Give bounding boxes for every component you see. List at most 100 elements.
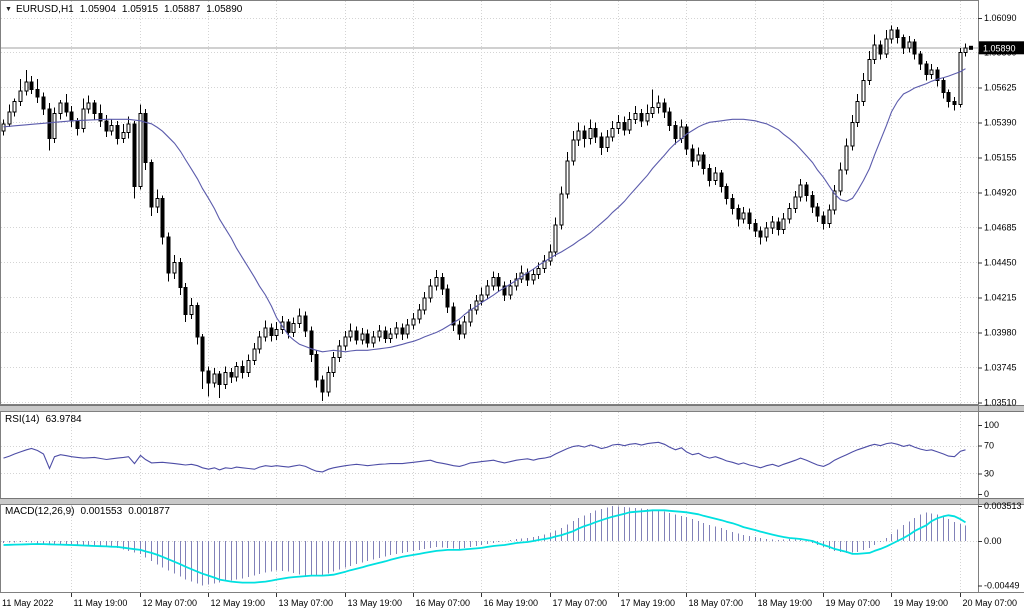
bear-candle xyxy=(691,149,694,161)
current-price-tag: 1.05890 xyxy=(979,41,1024,54)
current-price-label: 1.05890 xyxy=(983,43,1016,53)
bull-candle xyxy=(53,113,56,138)
bear-candle xyxy=(458,325,461,334)
bear-candle xyxy=(304,316,307,331)
bear-candle xyxy=(36,90,39,97)
bear-candle xyxy=(179,262,182,287)
bull-candle xyxy=(577,131,580,140)
bull-candle xyxy=(59,103,62,113)
macd-header: MACD(12,26,9) 0.001553 0.001877 xyxy=(5,506,170,517)
bear-candle xyxy=(230,373,233,377)
bull-candle xyxy=(908,42,911,48)
time-tick-label: 19 May 07:00 xyxy=(826,598,881,608)
bull-candle xyxy=(828,210,831,223)
bear-candle xyxy=(116,125,119,138)
bull-candle xyxy=(646,113,649,120)
bull-candle xyxy=(332,358,335,373)
bull-candle xyxy=(8,112,11,124)
bull-candle xyxy=(611,128,614,137)
bull-candle xyxy=(435,277,438,286)
bear-candle xyxy=(663,103,666,112)
price-tick-label: 1.04920 xyxy=(984,187,1017,197)
bear-candle xyxy=(942,81,945,93)
time-tick-label: 19 May 19:00 xyxy=(894,598,949,608)
bear-candle xyxy=(355,331,358,340)
bull-candle xyxy=(469,310,472,322)
bull-candle xyxy=(13,101,16,111)
bear-candle xyxy=(600,137,603,147)
bear-candle xyxy=(93,103,96,113)
bull-candle xyxy=(799,185,802,197)
bear-candle xyxy=(822,216,825,223)
price-tick-label: 1.04215 xyxy=(984,292,1017,302)
bull-candle xyxy=(298,316,301,323)
bull-candle xyxy=(628,119,631,129)
bull-candle xyxy=(395,328,398,334)
bull-candle xyxy=(110,125,113,131)
bull-candle xyxy=(845,146,848,170)
macd-tick-label: -0.00449 xyxy=(984,580,1020,590)
bear-candle xyxy=(270,328,273,335)
bull-candle xyxy=(560,194,563,225)
bull-candle xyxy=(19,91,22,101)
price-tick-label: 1.04685 xyxy=(984,222,1017,232)
bull-candle xyxy=(566,161,569,194)
bull-candle xyxy=(851,122,854,146)
symbol-dropdown-icon[interactable]: ▼ xyxy=(5,5,12,15)
bull-candle xyxy=(788,209,791,219)
bull-candle xyxy=(589,128,592,138)
bull-candle xyxy=(714,173,717,180)
chart-header: ▼ EURUSD,H1 1.05904 1.05915 1.05887 1.05… xyxy=(5,4,242,15)
bear-candle xyxy=(623,122,626,129)
price-tick-label: 1.05155 xyxy=(984,152,1017,162)
bear-candle xyxy=(754,224,757,231)
bull-candle xyxy=(327,373,330,392)
rsi-header: RSI(14) 63.9784 xyxy=(5,414,82,425)
bull-candle xyxy=(213,374,216,383)
bear-candle xyxy=(65,103,68,112)
bear-candle xyxy=(947,93,950,102)
bull-candle xyxy=(463,322,466,334)
time-tick-label: 18 May 07:00 xyxy=(689,598,744,608)
bull-candle xyxy=(389,334,392,338)
rsi-tick-label: 70 xyxy=(984,441,994,451)
bull-candle xyxy=(429,286,432,298)
price-tick-label: 1.03745 xyxy=(984,362,1017,372)
bear-candle xyxy=(497,277,500,286)
macd-signal-line xyxy=(4,510,966,582)
bear-candle xyxy=(702,155,705,168)
time-tick-label: 12 May 19:00 xyxy=(211,598,266,608)
chart-canvas[interactable]: 1.060901.058601.056251.053901.051551.049… xyxy=(0,0,1024,613)
bear-candle xyxy=(167,237,170,273)
bear-candle xyxy=(241,367,244,373)
bull-candle xyxy=(885,39,888,54)
bear-candle xyxy=(685,127,688,149)
price-tick-label: 1.04450 xyxy=(984,257,1017,267)
bear-candle xyxy=(441,277,444,289)
price-tick-label: 1.05390 xyxy=(984,117,1017,127)
bear-candle xyxy=(668,112,671,125)
pane-frames xyxy=(0,0,1024,593)
bull-candle xyxy=(423,298,426,310)
bull-candle xyxy=(930,70,933,74)
bull-candle xyxy=(890,30,893,39)
bear-candle xyxy=(366,334,369,343)
bear-candle xyxy=(310,331,313,355)
time-tick-label: 18 May 19:00 xyxy=(758,598,813,608)
bear-candle xyxy=(446,289,449,307)
bear-candle xyxy=(640,113,643,120)
time-tick-label: 17 May 07:00 xyxy=(553,598,608,608)
price-tick-label: 1.03510 xyxy=(984,397,1017,407)
bull-candle xyxy=(765,228,768,237)
bear-candle xyxy=(133,124,136,187)
time-tick-label: 16 May 07:00 xyxy=(416,598,471,608)
bear-candle xyxy=(30,82,33,89)
bear-candle xyxy=(720,173,723,186)
time-axis[interactable]: 11 May 202211 May 19:0012 May 07:0012 Ma… xyxy=(2,593,1017,608)
price-axis[interactable]: 1.060901.058601.056251.053901.051551.049… xyxy=(978,13,1022,590)
bear-candle xyxy=(48,109,51,139)
bull-candle xyxy=(856,101,859,122)
rsi-label: RSI(14) xyxy=(5,414,39,425)
rsi-value: 63.9784 xyxy=(45,414,81,425)
bull-candle xyxy=(338,346,341,358)
